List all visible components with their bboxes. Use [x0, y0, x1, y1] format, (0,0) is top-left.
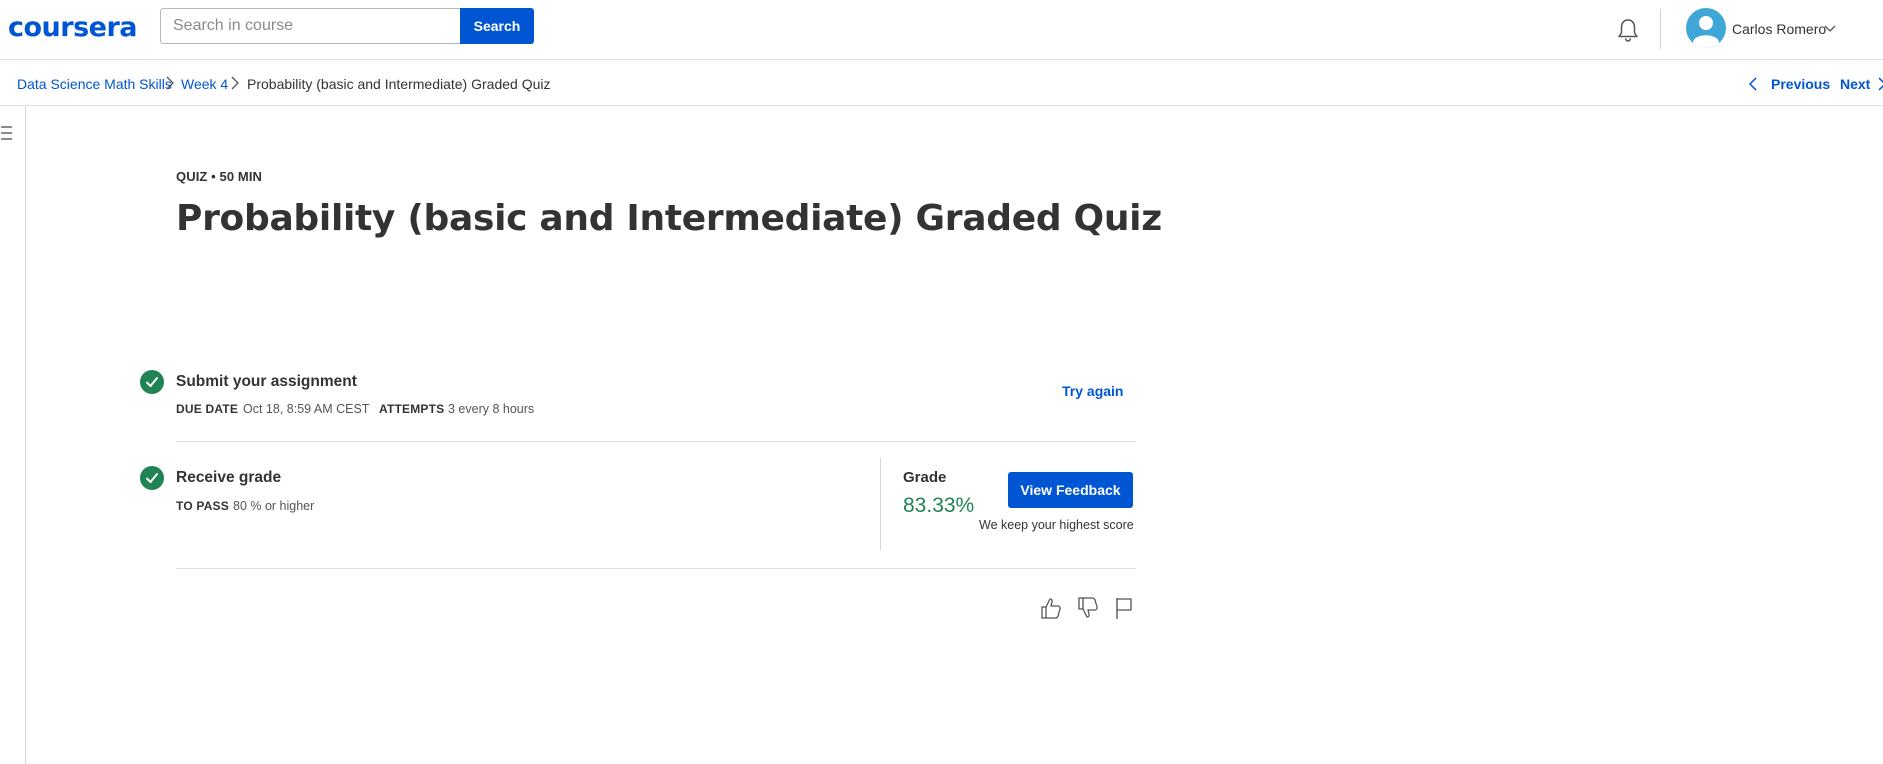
attempts-label: ATTEMPTS [379, 402, 445, 416]
breadcrumb-week[interactable]: Week 4 [181, 76, 228, 92]
quiz-meta: QUIZ • 50 MIN [176, 169, 263, 184]
previous-button[interactable]: Previous [1771, 76, 1830, 92]
top-header: coursera Search Carlos Romero [0, 0, 1883, 60]
due-date-value: Oct 18, 8:59 AM CEST [243, 402, 370, 416]
due-date-label: DUE DATE [176, 402, 239, 416]
divider [176, 568, 1136, 569]
next-button[interactable]: Next [1840, 76, 1870, 92]
breadcrumb-current: Probability (basic and Intermediate) Gra… [247, 76, 551, 92]
chevron-right-icon [231, 76, 239, 90]
divider [176, 441, 1136, 442]
thumbs-down-icon[interactable] [1077, 596, 1099, 620]
coursera-logo[interactable]: coursera [8, 12, 138, 43]
keep-score-note: We keep your highest score [979, 518, 1134, 532]
avatar-icon[interactable] [1686, 8, 1726, 48]
grade-label: Grade [903, 469, 947, 486]
attempts-value: 3 every 8 hours [448, 402, 535, 416]
to-pass-value: 80 % or higher [233, 499, 315, 513]
search-input[interactable] [160, 8, 460, 44]
to-pass-label: TO PASS [176, 499, 229, 513]
page-title: Probability (basic and Intermediate) Gra… [176, 198, 1162, 239]
flag-icon[interactable] [1113, 596, 1135, 620]
thumbs-up-icon[interactable] [1040, 596, 1062, 620]
receive-grade-title: Receive grade [176, 469, 282, 486]
search-button[interactable]: Search [460, 8, 534, 44]
chevron-right-icon [166, 76, 174, 90]
try-again-button[interactable]: Try again [1062, 383, 1123, 399]
view-feedback-button[interactable]: View Feedback [1008, 472, 1133, 508]
grade-value: 83.33% [903, 494, 975, 517]
chevron-down-icon[interactable] [1824, 23, 1836, 33]
grade-divider [880, 458, 881, 550]
check-icon [140, 466, 164, 490]
breadcrumb-course[interactable]: Data Science Math Skills [17, 76, 172, 92]
chevron-right-icon[interactable] [1877, 77, 1883, 91]
header-divider [1660, 9, 1661, 49]
user-name[interactable]: Carlos Romero [1732, 21, 1826, 37]
submit-title: Submit your assignment [176, 373, 357, 390]
check-icon [140, 370, 164, 394]
sidebar-strip [0, 106, 26, 764]
menu-icon[interactable] [0, 125, 14, 141]
bell-icon[interactable] [1614, 16, 1642, 44]
breadcrumb: Data Science Math Skills Week 4 Probabil… [0, 61, 1883, 106]
chevron-left-icon[interactable] [1748, 77, 1758, 91]
